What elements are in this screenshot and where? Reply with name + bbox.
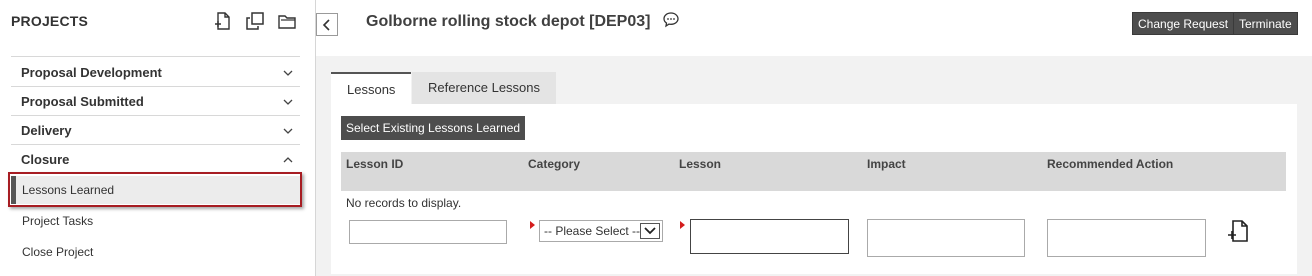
sidebar-item-lessons-learned[interactable]: Lessons Learned [11,176,300,204]
section-delivery[interactable]: Delivery [11,116,300,144]
section-closure[interactable]: Closure [11,145,300,173]
chevron-up-icon [283,157,293,163]
copy-icon[interactable] [244,10,266,32]
impact-input[interactable] [867,219,1025,257]
main-content: Lessons Reference Lessons Select Existin… [316,56,1312,276]
page-title: Golborne rolling stock depot [DEP03] [366,13,651,30]
chevron-down-icon [283,70,293,76]
sidebar-item-label: Close Project [22,245,94,259]
new-page-icon[interactable] [212,10,234,32]
section-label: Closure [21,152,70,167]
sidebar-item-label: Project Tasks [22,214,94,228]
tab-lessons[interactable]: Lessons [331,72,412,104]
chevron-down-icon [640,223,660,239]
column-header-category[interactable]: Category [528,157,580,171]
sidebar-item-label: Lessons Learned [22,183,115,197]
category-select[interactable]: -- Please Select -- [539,220,663,242]
recommended-action-input[interactable] [1047,219,1206,257]
section-proposal-submitted[interactable]: Proposal Submitted [11,87,300,115]
sidebar-toolbar [212,10,298,32]
section-label: Proposal Development [21,65,162,80]
chevron-left-icon [322,18,330,31]
lesson-id-input[interactable] [349,220,507,244]
terminate-button[interactable]: Terminate [1233,12,1298,35]
required-marker [680,221,685,229]
collapse-sidebar-button[interactable] [316,13,338,36]
empty-message: No records to display. [346,196,462,210]
folder-icon[interactable] [276,10,298,32]
column-header-recommended-action[interactable]: Recommended Action [1047,157,1173,171]
tab-reference-lessons[interactable]: Reference Lessons [412,72,557,104]
top-bar: Golborne rolling stock depot [DEP03] Cha… [316,0,1312,56]
chevron-down-icon [283,128,293,134]
chevron-down-icon [283,99,293,105]
add-record-icon[interactable] [1226,218,1250,244]
section-label: Delivery [21,123,72,138]
change-request-button[interactable]: Change Request [1132,12,1235,35]
required-marker [530,221,535,229]
comment-icon[interactable] [662,11,680,29]
category-select-value: -- Please Select -- [544,224,641,238]
sidebar-divider [11,56,300,57]
column-header-impact[interactable]: Impact [867,157,906,171]
section-proposal-development[interactable]: Proposal Development [11,58,300,86]
sidebar-header: PROJECTS [11,13,89,29]
lesson-input[interactable] [690,219,849,254]
section-label: Proposal Submitted [21,94,144,109]
column-header-lesson-id[interactable]: Lesson ID [346,157,403,171]
grid-header: Lesson ID Category Lesson Impact Recomme… [341,152,1286,191]
sidebar-item-close-project[interactable]: Close Project [11,238,300,266]
lessons-panel: Select Existing Lessons Learned Lesson I… [331,104,1297,274]
column-header-lesson[interactable]: Lesson [679,157,721,171]
lessons-grid: Lesson ID Category Lesson Impact Recomme… [341,152,1286,264]
sidebar-item-project-tasks[interactable]: Project Tasks [11,207,300,235]
projects-sidebar: PROJECTS Proposal Development Proposal S… [0,0,316,276]
select-existing-lessons-button[interactable]: Select Existing Lessons Learned [341,116,526,140]
